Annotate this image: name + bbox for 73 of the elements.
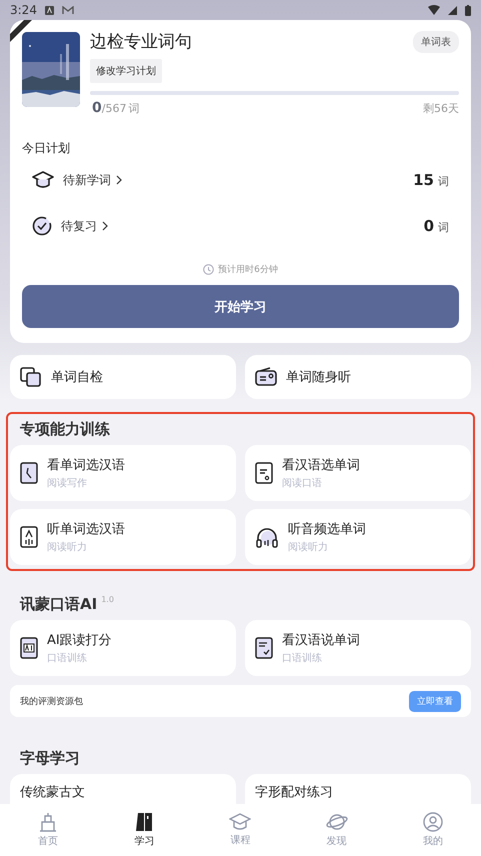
unit-label: 词 bbox=[438, 220, 449, 235]
plan-link[interactable]: 待新学词 bbox=[32, 171, 122, 189]
word-count: 0 bbox=[424, 217, 434, 235]
card-title: 看汉语选单词 bbox=[282, 457, 360, 474]
clock-icon bbox=[203, 264, 214, 275]
card-subtitle: 阅读听力 bbox=[288, 540, 329, 554]
battery-icon bbox=[465, 4, 471, 16]
total-count: /567 bbox=[102, 102, 126, 115]
graduation-cap-icon bbox=[32, 171, 54, 189]
graduation-cap-icon bbox=[229, 813, 252, 831]
card-subtitle: 阅读口语 bbox=[282, 476, 323, 490]
notification-icon bbox=[44, 6, 54, 14]
card-title: 听音频选单词 bbox=[288, 521, 366, 538]
card-title: 单词自检 bbox=[51, 369, 103, 386]
document-icon bbox=[255, 462, 273, 484]
unit-label: 词 bbox=[128, 101, 140, 116]
card-title: 传统蒙古文 bbox=[20, 784, 85, 801]
book-icon bbox=[135, 812, 154, 832]
ai-document-icon bbox=[20, 637, 38, 659]
vip-ribbon-icon bbox=[10, 20, 32, 42]
home-icon bbox=[38, 812, 58, 832]
training-card[interactable]: AI跟读打分 口语训练 bbox=[10, 620, 236, 676]
section-title: 字母学习 bbox=[20, 749, 80, 768]
word-list-button[interactable]: 单词表 bbox=[413, 30, 459, 52]
start-button[interactable]: 开始学习 bbox=[22, 285, 459, 328]
headphones-icon bbox=[255, 526, 279, 548]
card-subtitle: 阅读听力 bbox=[47, 540, 88, 554]
plan-link[interactable]: 待复习 bbox=[32, 216, 108, 236]
tool-card[interactable]: 单词自检 bbox=[10, 355, 236, 399]
plan-title: 今日计划 bbox=[22, 140, 71, 157]
signal-icon bbox=[448, 6, 457, 14]
tool-card[interactable]: 单词随身听 bbox=[245, 355, 471, 399]
version-label: 1.0 bbox=[101, 595, 114, 604]
status-time: 3:24 bbox=[10, 3, 37, 17]
chevron-icon bbox=[102, 221, 108, 231]
learned-count: 0 bbox=[92, 100, 102, 116]
unit-label: 词 bbox=[438, 174, 449, 189]
card-title: 看汉语说单词 bbox=[282, 632, 360, 649]
resource-label: 我的评测资源包 bbox=[20, 696, 83, 708]
document-icon bbox=[20, 462, 38, 484]
card-subtitle: 口语训练 bbox=[47, 652, 88, 665]
days-remaining: 剩56天 bbox=[423, 101, 459, 116]
word-count: 15 bbox=[413, 171, 434, 189]
card-subtitle: 口语训练 bbox=[282, 652, 323, 665]
chevron-icon bbox=[116, 175, 122, 185]
tool-card[interactable]: 传统蒙古文 bbox=[10, 774, 236, 804]
edit-plan-button[interactable]: 修改学习计划 bbox=[90, 59, 162, 83]
card-subtitle: 阅读写作 bbox=[47, 476, 88, 490]
section-title: 专项能力训练 bbox=[20, 420, 110, 439]
document-icon bbox=[20, 526, 38, 548]
training-card[interactable]: 看单词选汉语 阅读写作 bbox=[10, 445, 236, 501]
tool-card[interactable]: 字形配对练习 bbox=[245, 774, 471, 804]
planet-icon bbox=[326, 812, 348, 832]
training-card[interactable]: 看汉语说单词 口语训练 bbox=[245, 620, 471, 676]
cards-icon bbox=[20, 366, 42, 388]
radio-icon bbox=[255, 367, 277, 387]
clock-check-icon bbox=[32, 216, 52, 236]
book-title: 边检专业词句 bbox=[90, 31, 192, 53]
profile-icon bbox=[422, 812, 443, 832]
wifi-icon bbox=[428, 5, 440, 15]
training-card[interactable]: 听音频选单词 阅读听力 bbox=[245, 509, 471, 565]
mail-icon bbox=[62, 6, 74, 14]
estimate-text: 预计用时6分钟 bbox=[218, 264, 278, 276]
nav-tab[interactable]: 学习 bbox=[114, 812, 174, 848]
section-title: 讯蒙口语AI bbox=[20, 595, 98, 614]
card-title: 单词随身听 bbox=[286, 369, 351, 386]
training-card[interactable]: 看汉语选单词 阅读口语 bbox=[245, 445, 471, 501]
card-title: 看单词选汉语 bbox=[47, 457, 125, 474]
card-title: 听单词选汉语 bbox=[47, 521, 125, 538]
card-title: 字形配对练习 bbox=[255, 784, 333, 801]
card-title: AI跟读打分 bbox=[47, 632, 112, 649]
checklist-icon bbox=[255, 637, 273, 659]
training-card[interactable]: 听单词选汉语 阅读听力 bbox=[10, 509, 236, 565]
